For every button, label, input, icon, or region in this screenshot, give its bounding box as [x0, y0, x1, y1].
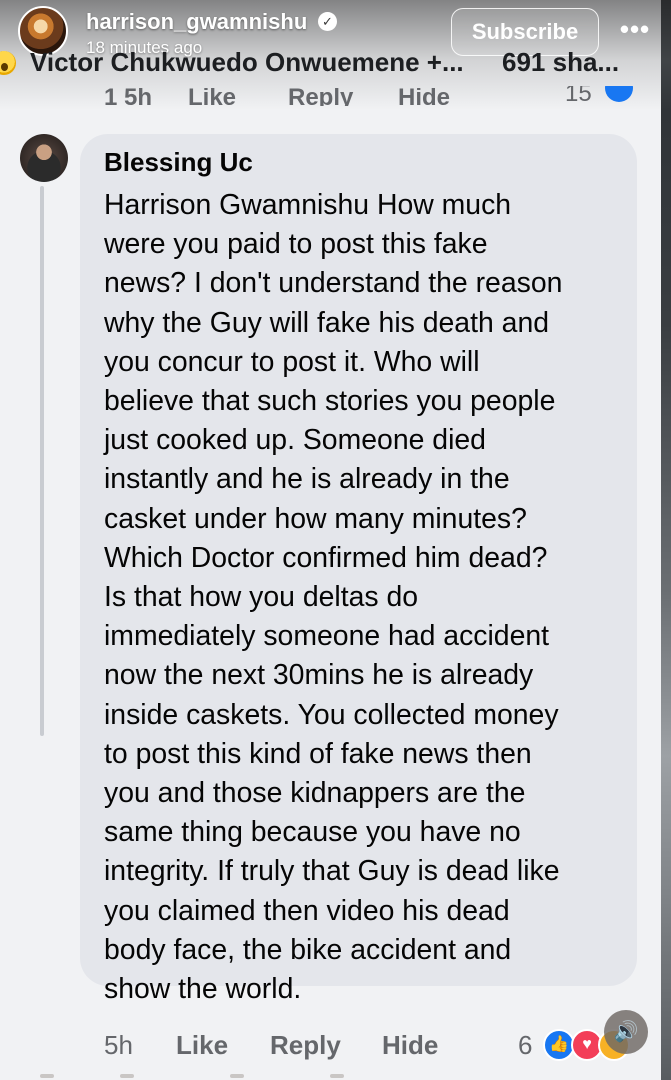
comment-line: inside caskets. You collected money — [104, 698, 559, 731]
comment-line: were you paid to post this fake — [104, 228, 488, 261]
hide-button[interactable]: Hide — [382, 1030, 438, 1061]
previous-comment-reactions[interactable]: 15 — [565, 86, 635, 106]
comment-line: believe that such stories you people — [104, 385, 556, 418]
comment-line: news? I don't understand the reason — [104, 267, 563, 300]
comment-actions: 5h Like Reply Hide 6 👍 ♥ — [0, 1026, 671, 1066]
comment-line: why the Guy will fake his death and — [104, 306, 550, 339]
prev-reaction-count: 15 — [565, 86, 592, 106]
shares-count[interactable]: 691 sha... — [502, 47, 619, 78]
prev-reply-button[interactable]: Reply — [288, 88, 353, 106]
reactions-names[interactable]: Victor Chukwuedo Onwuemene +... — [30, 47, 464, 78]
next-comment-stub — [0, 1072, 671, 1080]
more-dots-icon[interactable]: ••• — [618, 14, 652, 48]
header-username[interactable]: harrison_gwamnishu — [86, 9, 307, 35]
reply-button[interactable]: Reply — [270, 1030, 341, 1061]
comment-line: Is that how you deltas do — [104, 581, 419, 614]
speaker-icon[interactable]: 🔊 — [604, 1010, 648, 1054]
comment-line: you claimed then video his dead — [104, 894, 510, 927]
thread-line — [40, 186, 44, 736]
comment-author[interactable]: Blessing Uc — [104, 147, 617, 177]
comment-bubble: Blessing Uc Harrison Gwamnishu How much … — [80, 134, 637, 1005]
comment-line: casket under how many minutes? — [104, 502, 527, 535]
like-button[interactable]: Like — [176, 1030, 228, 1061]
like-reaction-icon — [605, 86, 633, 102]
comment-line: you and those kidnappers are the — [104, 777, 526, 810]
prev-like-button[interactable]: Like — [188, 88, 236, 106]
commenter-avatar[interactable] — [20, 134, 68, 182]
prev-time: 1 5h — [104, 88, 153, 106]
comment-line: you concur to post it. Who will — [104, 345, 480, 378]
prev-hide-button[interactable]: Hide — [398, 88, 450, 106]
previous-comment-actions: 1 5h Like Reply Hide — [104, 88, 604, 106]
comment-line: Which Doctor confirmed him dead? — [104, 541, 548, 574]
comment-line: show the world. — [104, 973, 302, 1006]
reaction-count[interactable]: 6 — [518, 1030, 532, 1061]
comment-line: same thing because you have no — [104, 816, 521, 849]
comment-text: Harrison Gwamnishu How much were you pai… — [104, 186, 624, 1009]
comment-line: just cooked up. Someone died — [104, 424, 486, 457]
comment-line: immediately someone had accident — [104, 620, 550, 653]
comment-line: now the next 30mins he is already — [104, 659, 534, 692]
comment-line: Harrison Gwamnishu How much — [104, 189, 512, 221]
comment-line: integrity. If truly that Guy is dead lik… — [104, 855, 560, 888]
verified-badge-icon: ✓ — [318, 12, 337, 31]
comment-time: 5h — [104, 1030, 133, 1060]
background-photo-edge — [661, 0, 671, 1080]
comment-line: to post this kind of fake news then — [104, 737, 532, 770]
comment-line: instantly and he is already in the — [104, 463, 510, 496]
comment-line: body face, the bike accident and — [104, 933, 512, 966]
